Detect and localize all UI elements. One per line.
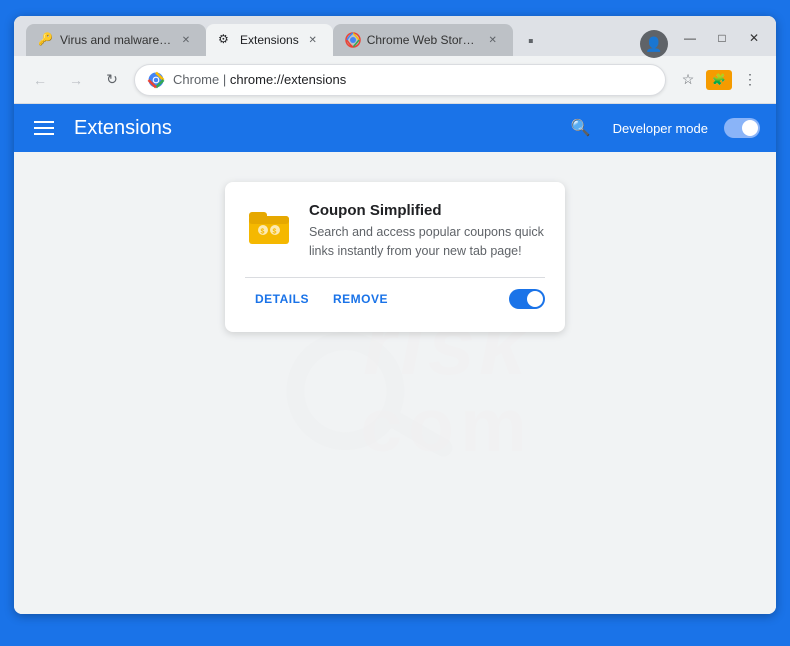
- bookmark-button[interactable]: ☆: [674, 66, 702, 94]
- developer-mode-toggle[interactable]: [724, 118, 760, 138]
- tab-bar: 🔑 Virus and malware remo... ✕ ⚙ Extensio…: [22, 16, 545, 56]
- maximize-button[interactable]: □: [708, 24, 736, 52]
- extension-card-header: $ $ Coupon Simplified Search and access …: [245, 202, 545, 261]
- site-label: Chrome: [173, 72, 219, 87]
- tab-icon-key: 🔑: [38, 32, 54, 48]
- watermark-com-text: com: [361, 388, 533, 463]
- toggle-knob: [742, 120, 758, 136]
- svg-text:$: $: [273, 229, 277, 236]
- tab-title-1: Virus and malware remo...: [60, 33, 172, 47]
- main-content: risk com $: [14, 152, 776, 614]
- browser-window: 🔑 Virus and malware remo... ✕ ⚙ Extensio…: [14, 16, 776, 614]
- url-path: chrome://extensions: [230, 72, 346, 87]
- refresh-button[interactable]: ↻: [98, 66, 126, 94]
- extension-name: Coupon Simplified: [309, 202, 545, 219]
- forward-button[interactable]: →: [62, 66, 90, 94]
- developer-mode-label: Developer mode: [613, 121, 708, 136]
- menu-hamburger-button[interactable]: [30, 117, 58, 139]
- menu-button[interactable]: ⋮: [736, 66, 764, 94]
- toolbar-icons: ☆ 🧩 ⋮: [674, 66, 764, 94]
- extension-toggle-knob: [527, 291, 543, 307]
- extension-details-button[interactable]: DETAILS: [245, 286, 319, 312]
- minimize-button[interactable]: —: [676, 24, 704, 52]
- tab-close-2[interactable]: ✕: [305, 32, 321, 48]
- tab-icon-globe: [345, 32, 361, 48]
- extensions-page-title: Extensions: [74, 117, 549, 140]
- tab-chrome-store[interactable]: Chrome Web Store - cou... ✕: [333, 24, 513, 56]
- extension-icon: $ $: [245, 202, 293, 250]
- user-profile-icon[interactable]: 👤: [640, 30, 668, 58]
- tab-close-3[interactable]: ✕: [485, 32, 501, 48]
- extension-divider: [245, 277, 545, 278]
- back-button[interactable]: ←: [26, 66, 54, 94]
- extension-description: Search and access popular coupons quick …: [309, 223, 545, 261]
- tab-close-1[interactable]: ✕: [178, 32, 194, 48]
- tab-extensions[interactable]: ⚙ Extensions ✕: [206, 24, 333, 56]
- extension-card: $ $ Coupon Simplified Search and access …: [225, 182, 565, 332]
- omnibox-bar: ← → ↻ Chrome | chrome://extensions ☆ 🧩 ⋮: [14, 56, 776, 104]
- url-display: Chrome | chrome://extensions: [173, 72, 653, 87]
- address-bar[interactable]: Chrome | chrome://extensions: [134, 64, 666, 96]
- title-bar: 🔑 Virus and malware remo... ✕ ⚙ Extensio…: [14, 16, 776, 56]
- extensions-header: Extensions 🔍 Developer mode: [14, 104, 776, 152]
- extension-remove-button[interactable]: REMOVE: [323, 286, 398, 312]
- close-button[interactable]: ✕: [740, 24, 768, 52]
- extensions-button[interactable]: 🧩: [706, 70, 732, 90]
- extension-actions: DETAILS REMOVE: [245, 286, 545, 312]
- user-avatar: 👤: [645, 36, 662, 53]
- tab-virus-malware[interactable]: 🔑 Virus and malware remo... ✕: [26, 24, 206, 56]
- extension-info: Coupon Simplified Search and access popu…: [309, 202, 545, 261]
- tab-title-2: Extensions: [240, 33, 299, 47]
- tab-icon-gear: ⚙: [218, 32, 234, 48]
- coupon-icon-svg: $ $: [245, 202, 293, 250]
- window-controls: 👤 — □ ✕: [676, 24, 768, 52]
- new-tab-button[interactable]: ▪: [517, 28, 545, 56]
- chrome-logo-icon: [147, 71, 165, 89]
- extensions-search-button[interactable]: 🔍: [565, 112, 597, 144]
- svg-text:$: $: [261, 229, 265, 236]
- tab-title-3: Chrome Web Store - cou...: [367, 33, 479, 47]
- extension-enable-toggle[interactable]: [509, 289, 545, 309]
